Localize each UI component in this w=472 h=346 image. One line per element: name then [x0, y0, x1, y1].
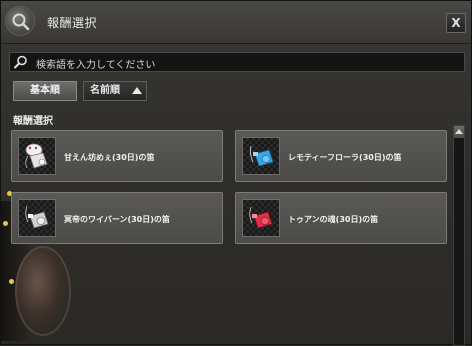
blue-whistle-icon	[242, 137, 280, 175]
reward-item[interactable]: 冥帝のワイバーン(30日)の笛	[11, 192, 223, 244]
search-magnifier-icon	[5, 6, 35, 36]
scroll-up-button[interactable]	[454, 126, 464, 138]
list-scrollbar[interactable]	[453, 125, 465, 346]
sort-ascending-icon	[132, 87, 142, 94]
reward-name: 甘えん坊めぇ(30日)の笛	[64, 153, 155, 162]
red-whistle-icon	[242, 199, 280, 237]
reward-item[interactable]: トゥアンの魂(30日)の笛	[235, 192, 447, 244]
title-bar[interactable]: 報酬選択 X	[1, 1, 471, 44]
sort-name-label: 名前順	[90, 85, 120, 96]
reward-name: レモティーフローラ(30日)の笛	[288, 153, 402, 162]
window-title: 報酬選択	[47, 16, 98, 30]
silver-whistle-icon	[18, 199, 56, 237]
sort-basic-button[interactable]: 基本順	[13, 81, 77, 101]
search-input[interactable]: 検索語を入力してください	[9, 52, 465, 72]
sort-name-button[interactable]: 名前順	[83, 81, 147, 101]
reward-item[interactable]: 甘えん坊めぇ(30日)の笛	[11, 130, 223, 182]
reward-name: 冥帝のワイバーン(30日)の笛	[64, 215, 170, 224]
search-icon	[14, 55, 27, 69]
reward-item[interactable]: レモティーフローラ(30日)の笛	[235, 130, 447, 182]
search-placeholder: 検索語を入力してください	[36, 60, 156, 71]
reward-name: トゥアンの魂(30日)の笛	[288, 215, 379, 224]
white-sheep-whistle-icon	[18, 137, 56, 175]
reward-list: 甘えん坊めぇ(30日)の笛 レモティーフローラ(30日)の笛 冥帝のワイバーン(…	[11, 125, 449, 346]
background-spark	[3, 221, 8, 226]
reward-selection-window: 報酬選択 X 検索語を入力してください 基本順 名前順 報酬選択 甘えん坊めぇ(…	[0, 0, 472, 346]
close-button[interactable]: X	[446, 13, 466, 33]
